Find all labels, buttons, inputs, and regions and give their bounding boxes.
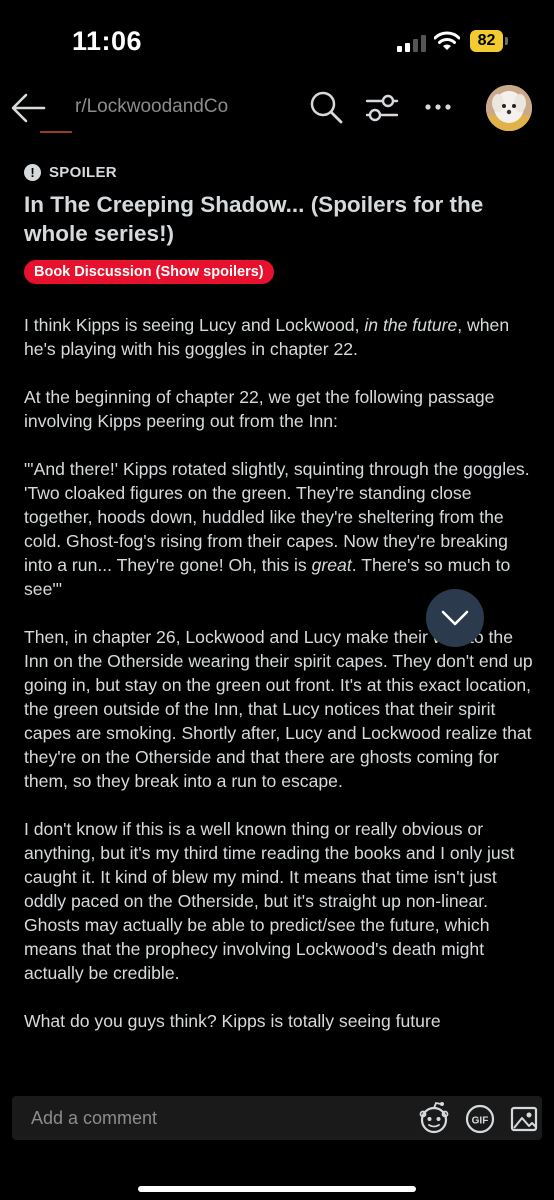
back-arrow-icon[interactable] [8,88,48,128]
battery-icon: 82 [470,30,510,52]
post-flair[interactable]: Book Discussion (Show spoilers) [24,260,274,284]
spoiler-label: SPOILER [49,163,117,181]
comment-bar: Add a comment GIF [0,1088,554,1200]
image-icon[interactable] [509,1104,539,1134]
body-paragraph: "'And there!' Kipps rotated slightly, sq… [24,459,530,599]
home-indicator [138,1186,416,1192]
post-title: In The Creeping Shadow... (Spoilers for … [24,192,484,246]
gif-icon[interactable]: GIF [465,1104,495,1134]
svg-text:GIF: GIF [472,1116,489,1127]
comment-input[interactable]: Add a comment GIF [12,1096,542,1140]
battery-level: 82 [470,30,503,52]
spoiler-tag: ! SPOILER [24,161,117,183]
cellular-signal-icon [397,34,427,52]
status-time: 11:06 [72,26,143,56]
status-bar: 11:06 82 [0,0,554,80]
text-fade [0,1050,554,1090]
body-paragraph: I think Kipps is seeing Lucy and Lockwoo… [24,315,510,359]
snoo-icon[interactable] [416,1100,452,1136]
top-nav: r/LockwoodandCo [0,80,554,138]
scroll-down-button[interactable] [426,589,484,647]
header-divider [40,131,72,133]
avatar[interactable] [486,85,532,131]
more-icon[interactable] [420,94,456,120]
subreddit-name[interactable]: r/LockwoodandCo [75,96,228,118]
alert-icon: ! [24,163,41,181]
body-paragraph: I don't know if this is a well known thi… [24,819,515,983]
chevron-down-icon [441,610,469,626]
reddit-post-screen: 11:06 82 r/LockwoodandCo ! SPOILER In Th… [0,0,554,1200]
body-paragraph: Then, in chapter 26, Lockwood and Lucy m… [24,627,533,791]
search-icon[interactable] [308,89,344,125]
filter-icon[interactable] [364,91,400,125]
post-body: I think Kipps is seeing Lucy and Lockwoo… [24,313,534,1057]
wifi-icon [434,31,460,50]
comment-placeholder: Add a comment [31,1108,158,1128]
body-paragraph: At the beginning of chapter 22, we get t… [24,387,495,431]
body-paragraph: What do you guys think? Kipps is totally… [24,1011,441,1031]
